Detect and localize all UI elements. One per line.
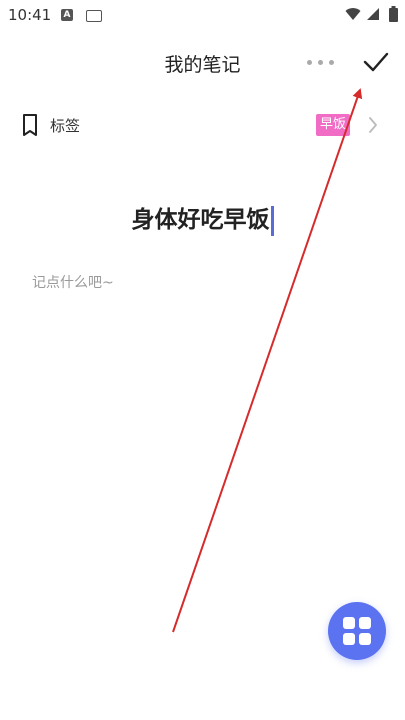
more-options-button[interactable] bbox=[303, 50, 339, 74]
keyboard-icon bbox=[86, 10, 102, 22]
tag-label: 标签 bbox=[50, 117, 81, 135]
status-bar: 10:41 A bbox=[0, 0, 405, 30]
wifi-icon bbox=[345, 8, 361, 20]
more-dot bbox=[329, 60, 334, 65]
more-dot bbox=[318, 60, 323, 65]
note-body-input[interactable] bbox=[32, 271, 372, 295]
bookmark-icon bbox=[23, 114, 37, 136]
selected-tag-badge[interactable]: 早饭 bbox=[316, 114, 351, 136]
header-bar: 我的笔记 bbox=[0, 40, 405, 84]
grid-menu-fab[interactable] bbox=[328, 602, 386, 660]
text-cursor bbox=[270, 205, 274, 236]
chevron-right-icon bbox=[369, 117, 377, 133]
check-icon bbox=[363, 52, 389, 72]
battery-icon bbox=[389, 6, 398, 22]
page-title: 我的笔记 bbox=[164, 54, 241, 76]
note-title-text: 身体好吃早饭 bbox=[131, 207, 270, 233]
confirm-button[interactable] bbox=[361, 48, 391, 76]
status-time: 10:41 bbox=[8, 6, 52, 24]
more-dots-icon bbox=[307, 60, 312, 65]
a-notification-icon: A bbox=[61, 9, 73, 21]
grid-icon bbox=[343, 617, 371, 645]
tag-row[interactable]: 标签 早饭 bbox=[0, 104, 405, 148]
note-title-field[interactable]: 身体好吃早饭 bbox=[0, 200, 405, 236]
signal-icon bbox=[367, 8, 379, 20]
